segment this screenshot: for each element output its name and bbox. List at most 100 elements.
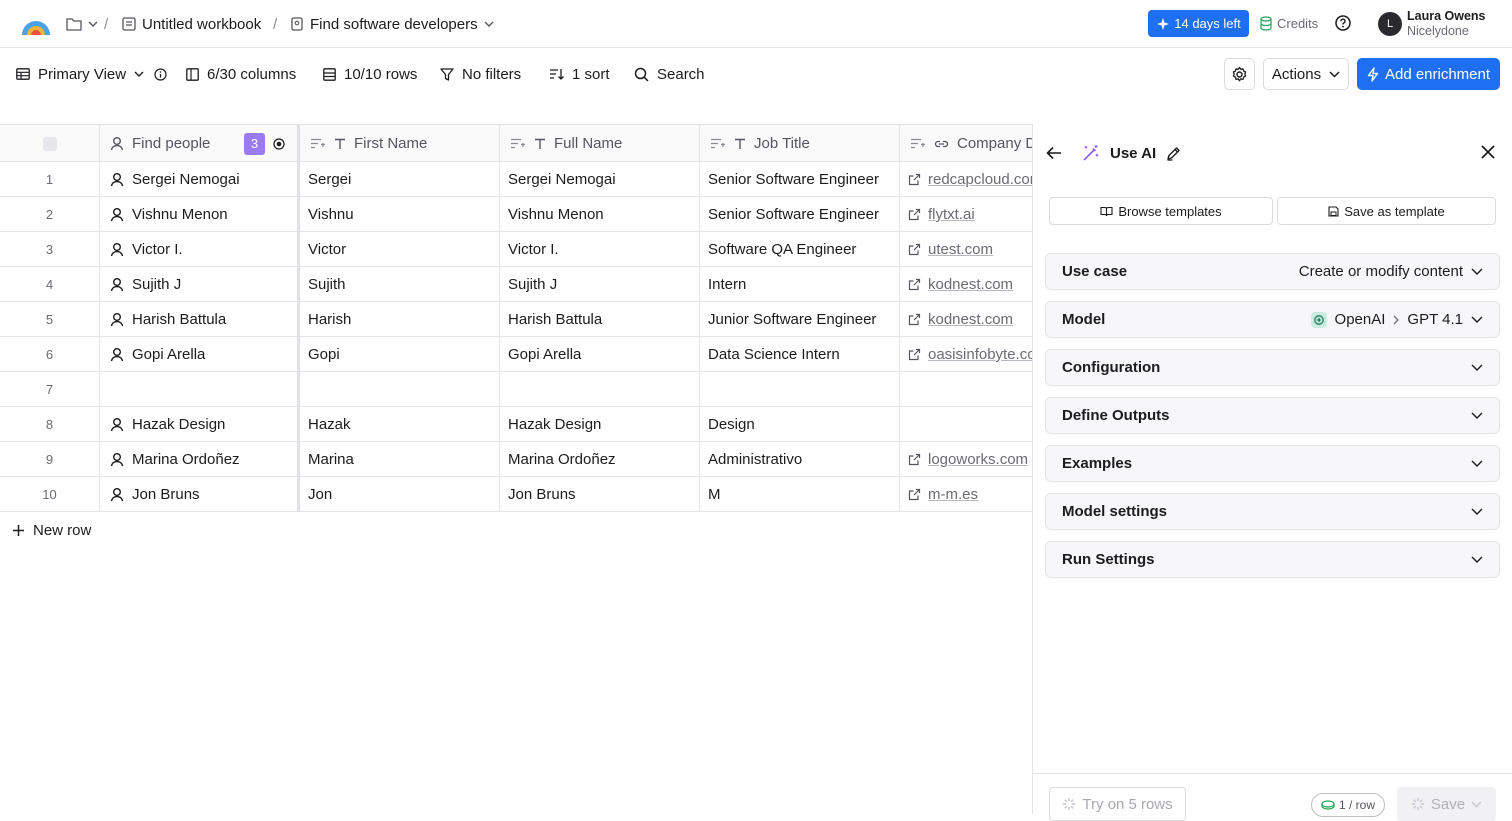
back-arrow-icon[interactable]	[1046, 146, 1062, 160]
external-link-icon[interactable]	[908, 278, 921, 291]
table-row[interactable]: 6 Gopi Arella Gopi Gopi Arella Data Science …	[0, 337, 1033, 372]
company-domain-cell[interactable]	[900, 372, 1033, 407]
credits-button[interactable]: Credits	[1260, 10, 1318, 37]
column-header-company-domain[interactable]: Company Do	[900, 125, 1033, 162]
find-people-cell[interactable]: Marina Ordoñez	[100, 442, 300, 477]
company-domain-cell[interactable]: logoworks.com	[900, 442, 1033, 477]
full-name-cell[interactable]: Hazak Design	[500, 407, 700, 442]
job-title-cell[interactable]: M	[700, 477, 900, 512]
find-people-cell[interactable]: Sergei Nemogai	[100, 162, 300, 197]
first-name-cell[interactable]: Marina	[300, 442, 500, 477]
filters-button[interactable]: No filters	[440, 48, 521, 100]
breadcrumb-table[interactable]: Find software developers	[290, 0, 494, 48]
external-link-icon[interactable]	[908, 488, 921, 501]
accordion-section[interactable]: Run Settings	[1045, 541, 1500, 578]
find-people-cell[interactable]: Jon Bruns	[100, 477, 300, 512]
use-case-section[interactable]: Use case Create or modify content	[1045, 253, 1500, 290]
first-name-cell[interactable]: Hazak	[300, 407, 500, 442]
find-people-cell[interactable]: Sujith J	[100, 267, 300, 302]
company-domain-cell[interactable]	[900, 407, 1033, 442]
full-name-cell[interactable]: Gopi Arella	[500, 337, 700, 372]
rows-button[interactable]: 10/10 rows	[323, 48, 417, 100]
accordion-section[interactable]: Configuration	[1045, 349, 1500, 386]
domain-link[interactable]: redcapcloud.com	[928, 171, 1033, 188]
find-people-cell[interactable]: Harish Battula	[100, 302, 300, 337]
full-name-cell[interactable]: Harish Battula	[500, 302, 700, 337]
find-people-count-badge[interactable]: 3	[244, 132, 265, 155]
try-on-rows-button[interactable]: Try on 5 rows	[1049, 787, 1186, 821]
find-people-cell[interactable]: Hazak Design	[100, 407, 300, 442]
first-name-cell[interactable]: Victor	[300, 232, 500, 267]
job-title-cell[interactable]: Intern	[700, 267, 900, 302]
column-header-job-title[interactable]: Job Title	[700, 125, 900, 162]
company-domain-cell[interactable]: m-m.es	[900, 477, 1033, 512]
accordion-section[interactable]: Define Outputs	[1045, 397, 1500, 434]
job-title-cell[interactable]: Senior Software Engineer	[700, 162, 900, 197]
company-domain-cell[interactable]: redcapcloud.com	[900, 162, 1033, 197]
avatar[interactable]: L	[1378, 12, 1402, 36]
external-link-icon[interactable]	[908, 243, 921, 256]
find-people-cell[interactable]	[100, 372, 300, 407]
column-header-first-name[interactable]: First Name	[300, 125, 500, 162]
job-title-cell[interactable]: Design	[700, 407, 900, 442]
sort-button[interactable]: 1 sort	[549, 48, 610, 100]
external-link-icon[interactable]	[908, 173, 921, 186]
table-row[interactable]: 1 Sergei Nemogai Sergei Sergei Nemogai Senio…	[0, 162, 1033, 197]
find-people-cell[interactable]: Victor I.	[100, 232, 300, 267]
find-people-cell[interactable]: Vishnu Menon	[100, 197, 300, 232]
add-enrichment-button[interactable]: Add enrichment	[1357, 58, 1500, 90]
folder-menu[interactable]	[66, 0, 98, 48]
full-name-cell[interactable]: Victor I.	[500, 232, 700, 267]
domain-link[interactable]: oasisinfobyte.com	[928, 346, 1033, 363]
find-people-cell[interactable]: Gopi Arella	[100, 337, 300, 372]
company-domain-cell[interactable]: kodnest.com	[900, 302, 1033, 337]
edit-pencil-icon[interactable]	[1166, 146, 1181, 161]
browse-templates-button[interactable]: Browse templates	[1049, 197, 1273, 225]
use-case-dropdown[interactable]: Create or modify content	[1299, 263, 1483, 280]
actions-button[interactable]: Actions	[1263, 58, 1349, 90]
job-title-cell[interactable]: Software QA Engineer	[700, 232, 900, 267]
table-row[interactable]: 5 Harish Battula Harish Harish Battula Junio…	[0, 302, 1033, 337]
domain-link[interactable]: flytxt.ai	[928, 206, 975, 223]
company-domain-cell[interactable]: kodnest.com	[900, 267, 1033, 302]
full-name-cell[interactable]: Sujith J	[500, 267, 700, 302]
full-name-cell[interactable]: Jon Bruns	[500, 477, 700, 512]
help-icon[interactable]	[1334, 14, 1352, 32]
job-title-cell[interactable]: Data Science Intern	[700, 337, 900, 372]
full-name-cell[interactable]: Vishnu Menon	[500, 197, 700, 232]
full-name-cell[interactable]: Marina Ordoñez	[500, 442, 700, 477]
first-name-cell[interactable]: Harish	[300, 302, 500, 337]
first-name-cell[interactable]: Vishnu	[300, 197, 500, 232]
search-button[interactable]: Search	[634, 48, 705, 100]
job-title-cell[interactable]: Senior Software Engineer	[700, 197, 900, 232]
close-icon[interactable]	[1480, 144, 1496, 160]
table-row[interactable]: 7	[0, 372, 1033, 407]
external-link-icon[interactable]	[908, 453, 921, 466]
job-title-cell[interactable]: Administrativo	[700, 442, 900, 477]
save-button[interactable]: Save	[1397, 787, 1496, 821]
table-row[interactable]: 9 Marina Ordoñez Marina Marina Ordoñez Admin…	[0, 442, 1033, 477]
model-section[interactable]: Model OpenAI GPT 4.1	[1045, 301, 1500, 338]
select-all-checkbox[interactable]	[0, 125, 100, 162]
full-name-cell[interactable]: Sergei Nemogai	[500, 162, 700, 197]
first-name-cell[interactable]: Sergei	[300, 162, 500, 197]
job-title-cell[interactable]	[700, 372, 900, 407]
job-title-cell[interactable]: Junior Software Engineer	[700, 302, 900, 337]
app-logo-icon[interactable]	[20, 11, 52, 37]
domain-link[interactable]: kodnest.com	[928, 276, 1013, 293]
domain-link[interactable]: kodnest.com	[928, 311, 1013, 328]
view-info-icon[interactable]	[154, 48, 167, 100]
table-row[interactable]: 4 Sujith J Sujith Sujith J Intern kodnest.com	[0, 267, 1033, 302]
save-as-template-button[interactable]: Save as template	[1277, 197, 1496, 225]
table-row[interactable]: 3 Victor I. Victor Victor I. Software QA Eng…	[0, 232, 1033, 267]
accordion-section[interactable]: Examples	[1045, 445, 1500, 482]
run-column-icon[interactable]	[273, 137, 285, 150]
first-name-cell[interactable]: Sujith	[300, 267, 500, 302]
settings-button[interactable]	[1224, 58, 1255, 90]
domain-link[interactable]: m-m.es	[928, 486, 978, 503]
trial-button[interactable]: 14 days left	[1148, 10, 1249, 37]
view-selector[interactable]: Primary View	[16, 48, 144, 100]
first-name-cell[interactable]: Gopi	[300, 337, 500, 372]
domain-link[interactable]: logoworks.com	[928, 451, 1028, 468]
column-header-full-name[interactable]: Full Name	[500, 125, 700, 162]
